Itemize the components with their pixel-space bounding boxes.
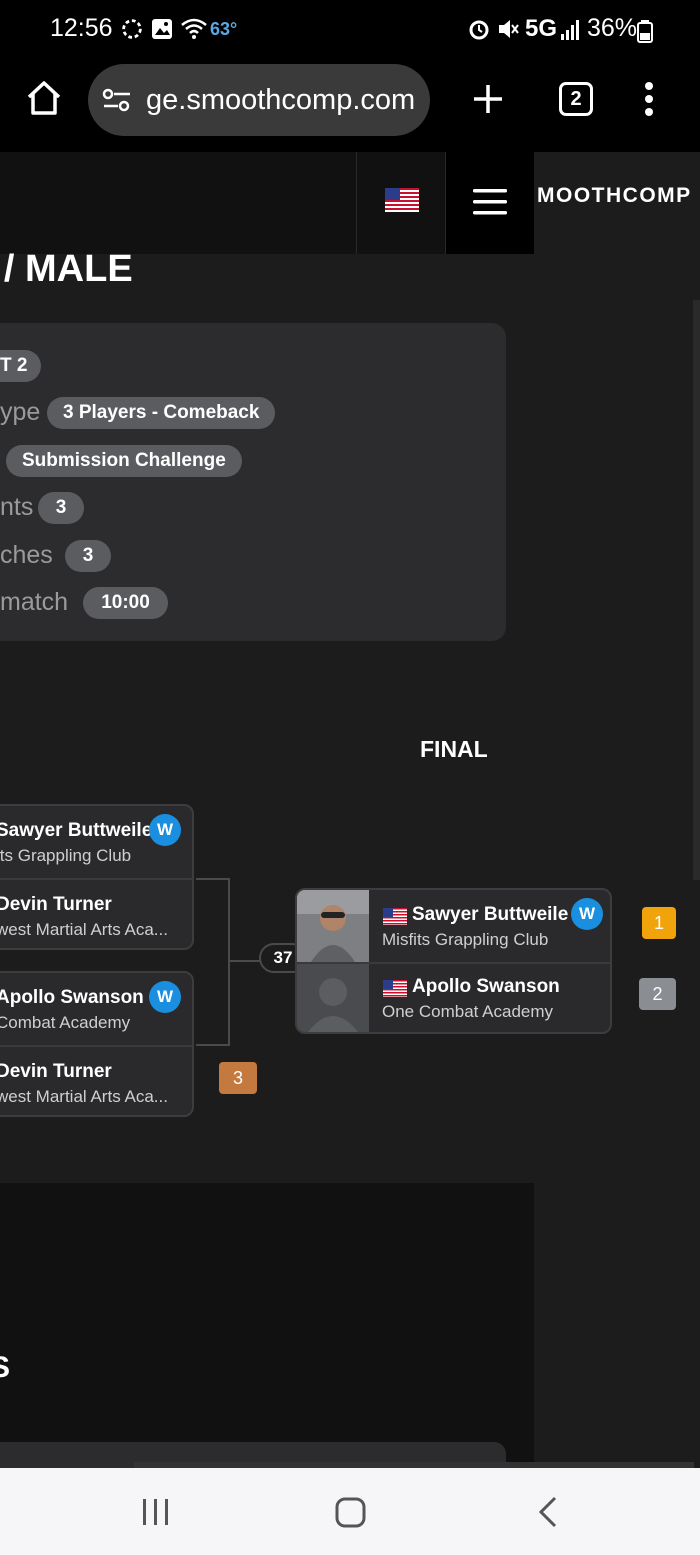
- participants-label: nts: [0, 493, 34, 521]
- player-name: Apollo Swanson: [0, 987, 144, 1008]
- battery-icon: [637, 20, 653, 43]
- bracket-connector: [196, 1044, 230, 1046]
- hamburger-menu-button[interactable]: [446, 152, 534, 254]
- default-avatar-icon: [297, 964, 369, 1032]
- address-bar[interactable]: ge.smoothcomp.com: [88, 64, 430, 136]
- more-menu-icon[interactable]: [640, 80, 658, 120]
- home-icon[interactable]: [24, 78, 64, 118]
- bracket-connector: [196, 878, 230, 880]
- match-time-value-pill: 10:00: [83, 587, 168, 619]
- bracket-label-pill: T 2: [0, 350, 42, 382]
- new-tab-icon[interactable]: [470, 81, 506, 117]
- player-club: Combat Academy: [0, 1013, 131, 1032]
- status-network: 5G: [525, 15, 558, 42]
- rank-badge-first: 1: [642, 907, 676, 939]
- match-player-row[interactable]: Devin Turner west Martial Arts Aca...: [0, 878, 192, 948]
- status-battery: 36%: [587, 14, 638, 42]
- browser-toolbar: ge.smoothcomp.com 2: [0, 60, 700, 152]
- player-club: its Grappling Club: [0, 846, 132, 865]
- matches-value-pill: 3: [65, 540, 111, 572]
- rank-badge-third: 3: [219, 1062, 257, 1094]
- recent-apps-icon[interactable]: [140, 1496, 172, 1528]
- match-player-row[interactable]: Sawyer Buttweile Misfits Grappling Club …: [297, 890, 610, 962]
- winner-badge: W: [571, 898, 603, 930]
- gallery-icon: [152, 19, 172, 39]
- lower-section-panel: S: [0, 1183, 534, 1473]
- page-title: S / MALE: [0, 248, 133, 290]
- rank-badge-second: 2: [639, 978, 676, 1010]
- player-name: Apollo Swanson: [412, 976, 560, 997]
- home-button-icon[interactable]: [334, 1496, 368, 1530]
- language-selector[interactable]: [356, 152, 446, 254]
- type-label: ype: [0, 398, 41, 426]
- section-heading-fragment: S: [0, 1351, 11, 1384]
- us-flag-icon: [385, 188, 419, 212]
- back-icon[interactable]: [533, 1496, 563, 1528]
- us-flag-icon: [383, 908, 407, 925]
- match-player-row[interactable]: Apollo Swanson One Combat Academy: [297, 962, 610, 1032]
- final-match[interactable]: Sawyer Buttweile Misfits Grappling Club …: [295, 888, 612, 1034]
- hamburger-icon: [473, 189, 507, 215]
- bracket-info-card: T 2 ype 3 Players - Comeback Submission …: [0, 323, 506, 641]
- site-settings-icon[interactable]: [102, 86, 132, 114]
- match-player-row[interactable]: Apollo Swanson Combat Academy W: [0, 973, 192, 1043]
- player-club: west Martial Arts Aca...: [0, 920, 168, 939]
- wifi-icon: [181, 18, 207, 39]
- match-player-row[interactable]: Sawyer Buttweile its Grappling Club W: [0, 806, 192, 876]
- bracket-connector: [228, 878, 230, 1046]
- mute-icon: [499, 20, 519, 38]
- us-flag-icon: [383, 980, 407, 997]
- participants-value-pill: 3: [38, 492, 84, 524]
- sync-icon: [122, 19, 142, 39]
- alarm-icon: [469, 20, 489, 40]
- tab-switcher-button[interactable]: 2: [559, 82, 593, 116]
- semifinal-match-2[interactable]: Apollo Swanson Combat Academy W Devin Tu…: [0, 971, 194, 1117]
- matches-label: ches: [0, 541, 53, 569]
- player-club: west Martial Arts Aca...: [0, 1087, 168, 1106]
- player-avatar: [297, 890, 369, 962]
- winner-badge: W: [149, 814, 181, 846]
- system-navigation-bar: [0, 1468, 700, 1555]
- final-round-label: FINAL: [420, 736, 488, 762]
- signal-icon: [561, 20, 579, 40]
- player-club: Misfits Grappling Club: [382, 930, 549, 949]
- ruleset-pill: Submission Challenge: [6, 445, 242, 477]
- match-time-label: match: [0, 588, 69, 616]
- player-club: One Combat Academy: [382, 1002, 554, 1021]
- status-bar: 12:56 63° 5G 36%: [0, 0, 700, 60]
- winner-badge: W: [149, 981, 181, 1013]
- player-name: Sawyer Buttweile: [412, 904, 569, 925]
- url-text: ge.smoothcomp.com: [146, 84, 416, 116]
- player-name: Sawyer Buttweile: [0, 820, 153, 841]
- status-temperature: 63°: [210, 19, 238, 39]
- semifinal-match-1[interactable]: Sawyer Buttweile its Grappling Club W De…: [0, 804, 194, 950]
- site-brand-logo[interactable]: MOOTHCOMP: [537, 184, 692, 208]
- match-player-row[interactable]: Devin Turner west Martial Arts Aca...: [0, 1045, 192, 1115]
- player-name: Devin Turner: [0, 1061, 112, 1082]
- status-time: 12:56: [50, 14, 113, 42]
- type-value-pill: 3 Players - Comeback: [47, 397, 276, 429]
- player-name: Devin Turner: [0, 894, 112, 915]
- vertical-scrollbar[interactable]: [693, 300, 700, 880]
